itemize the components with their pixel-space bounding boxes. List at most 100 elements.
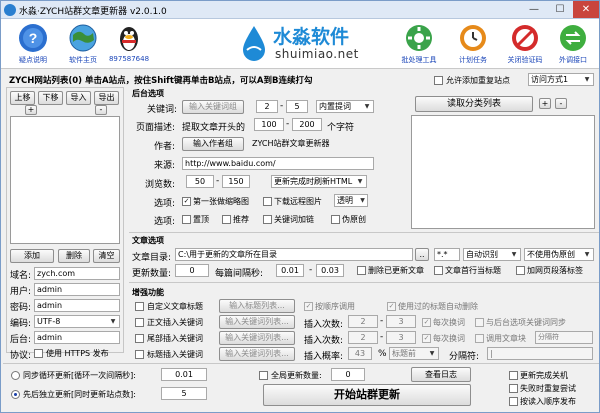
exchange-icon bbox=[560, 25, 586, 51]
collapse-all-button[interactable]: - bbox=[95, 105, 107, 115]
keyword-max-input[interactable]: 5 bbox=[286, 100, 308, 113]
view-log-button[interactable]: 查看日志 bbox=[411, 367, 471, 382]
keyword-source-select[interactable]: 内置提词 ▼ bbox=[316, 100, 374, 113]
keyword-min-input[interactable]: 2 bbox=[256, 100, 278, 113]
views-max-input[interactable]: 150 bbox=[222, 175, 250, 188]
refresh-html-select[interactable]: 更新完成时刷新HTML ▼ bbox=[271, 175, 367, 188]
body-change-checkbox[interactable]: ✓ bbox=[422, 318, 431, 327]
pseudo-original-checkbox[interactable] bbox=[331, 215, 340, 224]
password-field[interactable]: admin bbox=[34, 299, 120, 312]
auto-delete-title-checkbox[interactable]: ✓ bbox=[387, 302, 396, 311]
category-expand-button[interactable]: + bbox=[539, 98, 551, 109]
delete-site-button[interactable]: 删除 bbox=[58, 249, 90, 263]
download-remote-checkbox[interactable] bbox=[263, 197, 272, 206]
clear-sites-button[interactable]: 清空 bbox=[93, 249, 120, 263]
shutdown-checkbox[interactable] bbox=[509, 371, 518, 380]
site-list[interactable] bbox=[10, 116, 120, 244]
export-button[interactable]: 导出 bbox=[94, 91, 119, 105]
separator-input[interactable]: | bbox=[487, 347, 593, 360]
keyword-link-checkbox[interactable] bbox=[263, 215, 272, 224]
homepage-button[interactable]: 软件主页 bbox=[57, 22, 109, 68]
body-times-min[interactable]: 2 bbox=[348, 315, 378, 328]
sync-loop-radio[interactable] bbox=[11, 371, 20, 380]
category-list[interactable] bbox=[411, 115, 595, 229]
category-collapse-button[interactable]: - bbox=[555, 98, 567, 109]
start-update-button[interactable]: 开始站群更新 bbox=[263, 384, 471, 406]
independent-update-radio[interactable] bbox=[11, 390, 20, 399]
body-keyword-list-button[interactable]: 输入关键词列表... bbox=[219, 315, 295, 329]
retry-checkbox[interactable] bbox=[509, 384, 518, 393]
encoding-select[interactable]: UTF-8 ▼ bbox=[34, 315, 120, 328]
user-field[interactable]: admin bbox=[34, 283, 120, 296]
recommend-checkbox[interactable] bbox=[222, 215, 231, 224]
batch-tool-button[interactable]: 批处理工具 bbox=[393, 22, 445, 68]
title-keyword-list-button[interactable]: 输入关键词列表... bbox=[219, 347, 295, 361]
api-button[interactable]: 外调接口 bbox=[547, 22, 599, 68]
first-line-title-checkbox[interactable] bbox=[434, 266, 443, 275]
svg-text:?: ? bbox=[29, 30, 38, 46]
move-down-button[interactable]: 下移 bbox=[38, 91, 63, 105]
move-up-button[interactable]: 上移 bbox=[10, 91, 35, 105]
backend-field[interactable]: admin bbox=[34, 331, 120, 344]
chevron-down-icon: ▼ bbox=[364, 103, 370, 110]
order-publish-checkbox[interactable] bbox=[509, 397, 518, 406]
file-extension-input[interactable]: *.* bbox=[434, 248, 460, 261]
maximize-button[interactable]: ☐ bbox=[547, 1, 573, 18]
sync-loop-input[interactable]: 0.01 bbox=[161, 368, 207, 381]
transparency-select[interactable]: 透明 ▼ bbox=[334, 194, 368, 207]
first-thumb-checkbox[interactable]: ✓ bbox=[182, 197, 191, 206]
keyword-label: 关键词: bbox=[147, 105, 178, 115]
article-block-checkbox[interactable] bbox=[475, 334, 484, 343]
help-button[interactable]: ? 疑点说明 bbox=[7, 22, 59, 68]
tail-times-min[interactable]: 2 bbox=[348, 331, 378, 344]
schedule-button[interactable]: 计划任务 bbox=[447, 22, 499, 68]
qq-button[interactable]: 897587648 bbox=[103, 22, 155, 68]
title-keyword-checkbox[interactable] bbox=[135, 350, 144, 359]
title-list-button[interactable]: 输入标题列表... bbox=[219, 299, 295, 313]
global-count-input[interactable]: 0 bbox=[331, 368, 365, 381]
tail-change-checkbox[interactable]: ✓ bbox=[422, 334, 431, 343]
delete-updated-checkbox[interactable] bbox=[357, 266, 366, 275]
allow-repeat-checkbox[interactable] bbox=[434, 76, 443, 85]
author-group-button[interactable]: 输入作者组 bbox=[182, 137, 244, 151]
desc-max-input[interactable]: 200 bbox=[292, 118, 322, 131]
add-paragraph-checkbox[interactable] bbox=[516, 266, 525, 275]
tail-times-max[interactable]: 3 bbox=[386, 331, 416, 344]
order-call-checkbox[interactable]: ✓ bbox=[304, 302, 313, 311]
close-captcha-button[interactable]: 关闭验证码 bbox=[499, 22, 551, 68]
read-category-button[interactable]: 读取分类列表 bbox=[415, 96, 533, 112]
article-block-separator[interactable]: 分隔符 bbox=[535, 331, 593, 344]
interval-min-input[interactable]: 0.01 bbox=[276, 264, 304, 277]
body-keyword-checkbox[interactable] bbox=[135, 318, 144, 327]
tail-keyword-checkbox[interactable] bbox=[135, 334, 144, 343]
custom-title-checkbox[interactable] bbox=[135, 302, 144, 311]
independent-update-input[interactable]: 5 bbox=[161, 387, 207, 400]
source-input[interactable]: http://www.baidu.com/ bbox=[182, 157, 374, 170]
sync-keyword-checkbox[interactable] bbox=[475, 318, 484, 327]
keyword-group-button[interactable]: 输入关键词组 bbox=[182, 100, 244, 114]
tail-keyword-list-button[interactable]: 输入关键词列表... bbox=[219, 331, 295, 345]
article-dir-input[interactable]: C:\用于更新的文章所在目录 bbox=[175, 248, 413, 261]
download-remote-label: 下载远程图片 bbox=[274, 197, 322, 206]
browse-button[interactable]: .. bbox=[415, 248, 429, 261]
pseudo-mode-select[interactable]: 不使用伪原创 ▼ bbox=[524, 248, 594, 261]
add-site-button[interactable]: 添加 bbox=[10, 249, 54, 263]
global-count-checkbox[interactable] bbox=[259, 371, 268, 380]
desc-min-input[interactable]: 100 bbox=[254, 118, 284, 131]
interval-max-input[interactable]: 0.03 bbox=[316, 264, 344, 277]
update-count-input[interactable]: 0 bbox=[175, 264, 209, 277]
insert-rate-input[interactable]: 43 bbox=[348, 347, 372, 360]
body-times-max[interactable]: 3 bbox=[386, 315, 416, 328]
domain-field[interactable]: zych.com bbox=[34, 267, 120, 280]
close-button[interactable]: ✕ bbox=[573, 1, 599, 18]
minimize-button[interactable]: — bbox=[521, 1, 547, 18]
import-button[interactable]: 导入 bbox=[66, 91, 91, 105]
allow-repeat-label: 允许添加重复站点 bbox=[446, 76, 510, 85]
views-min-input[interactable]: 50 bbox=[186, 175, 214, 188]
insert-position-select[interactable]: 标题前 ▼ bbox=[389, 347, 439, 360]
top-checkbox[interactable] bbox=[182, 215, 191, 224]
expand-all-button[interactable]: + bbox=[25, 105, 37, 115]
encoding-detect-select[interactable]: 自动识别 ▼ bbox=[463, 248, 521, 261]
https-checkbox[interactable] bbox=[34, 349, 43, 358]
access-mode-select[interactable]: 访问方式1 ▼ bbox=[528, 73, 594, 86]
